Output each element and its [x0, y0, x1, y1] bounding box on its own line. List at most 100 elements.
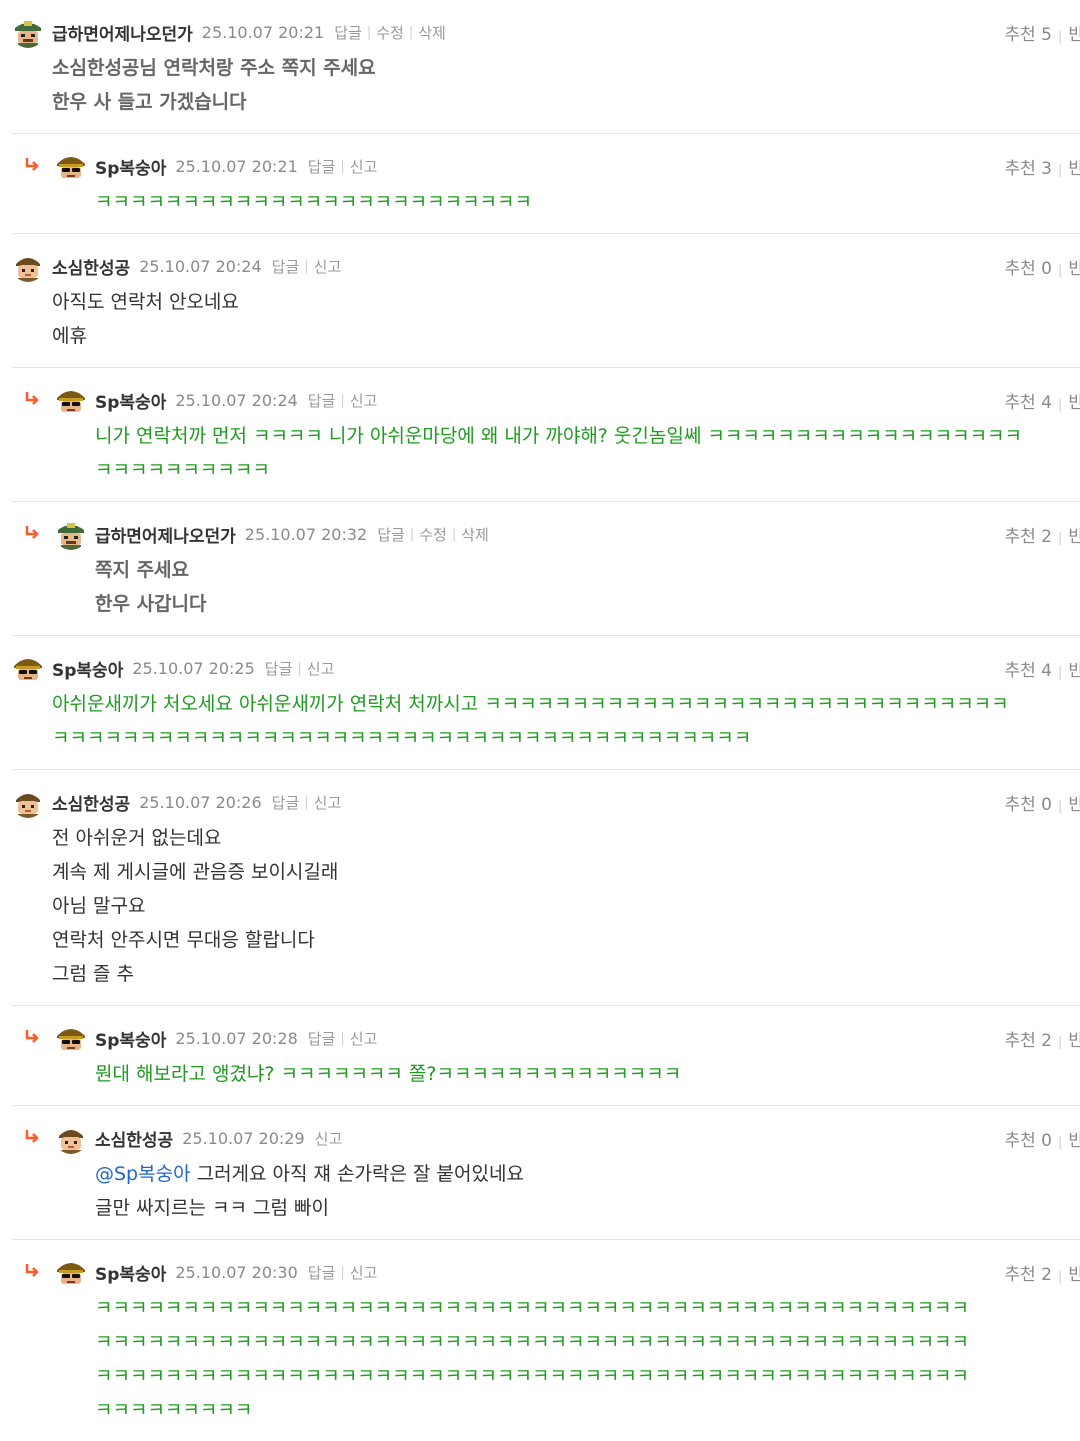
- reply-link[interactable]: 답글: [308, 1262, 336, 1283]
- recommend-button[interactable]: 추천 5: [1004, 25, 1052, 45]
- comment-author[interactable]: Sp복숭아: [95, 1260, 166, 1285]
- comment-author[interactable]: 소심한성공: [95, 1126, 173, 1151]
- recommend-button[interactable]: 추천 2: [1004, 1265, 1052, 1285]
- reply-link[interactable]: 답글: [272, 256, 300, 277]
- comment-author[interactable]: Sp복숭아: [95, 388, 166, 413]
- comment-date: 25.10.07 20:25: [132, 658, 255, 678]
- divider: |: [1057, 1269, 1063, 1284]
- recommend-label: 추천: [1004, 159, 1036, 179]
- comment-author[interactable]: 급하면어제나오던가: [52, 20, 193, 45]
- oppose-button[interactable]: 반: [1068, 1131, 1080, 1151]
- recommend-button[interactable]: 추천 3: [1004, 159, 1052, 179]
- comment-line: ㅋㅋㅋㅋㅋㅋㅋㅋㅋㅋㅋㅋㅋㅋㅋㅋㅋㅋㅋㅋㅋㅋㅋㅋㅋㅋㅋㅋㅋㅋㅋㅋㅋㅋㅋㅋㅋㅋㅋㅋ: [52, 727, 752, 749]
- avatar[interactable]: [12, 786, 44, 818]
- recommend-button[interactable]: 추천 2: [1004, 527, 1052, 547]
- delete-link[interactable]: 삭제: [418, 22, 446, 43]
- edit-link[interactable]: 수정: [419, 524, 447, 545]
- report-link[interactable]: 신고: [350, 156, 378, 177]
- comment-date: 25.10.07 20:21: [175, 156, 298, 176]
- divider: |: [1057, 29, 1063, 44]
- reply-link[interactable]: 답글: [377, 524, 405, 545]
- comment-date: 25.10.07 20:21: [201, 22, 325, 42]
- comment-body: 아직도 연락처 안오네요 에휴: [12, 285, 1080, 353]
- avatar[interactable]: [55, 384, 87, 416]
- comment-body: 니가 연락처까 먼저 ㅋㅋㅋㅋ 니가 아쉬운마당에 왜 내가 까야해? 웃긴놈일…: [55, 419, 1080, 487]
- reply-link[interactable]: 답글: [308, 156, 336, 177]
- comment-line: 글만 싸지르는 ㅋㅋ 그럼 빠이: [95, 1197, 329, 1219]
- avatar[interactable]: [55, 1022, 87, 1054]
- recommend-button[interactable]: 추천 4: [1004, 661, 1052, 681]
- reply-comment: Sp복숭아 25.10.07 20:28 답글 | 신고 추천 2 | 반 뭔대 해보…: [12, 1006, 1080, 1106]
- comment-author[interactable]: Sp복숭아: [95, 154, 166, 179]
- report-link[interactable]: 신고: [314, 792, 342, 813]
- comment-author[interactable]: 급하면어제나오던가: [95, 522, 236, 547]
- recommend-count: 5: [1041, 25, 1052, 45]
- report-link[interactable]: 신고: [314, 256, 342, 277]
- oppose-button[interactable]: 반: [1068, 527, 1080, 547]
- comment-meta-right: 추천 2 | 반: [1004, 1026, 1080, 1051]
- comment: Sp복숭아 25.10.07 20:25 답글 | 신고 추천 4 | 반 아쉬운새끼…: [12, 636, 1080, 770]
- avatar[interactable]: [55, 1122, 87, 1154]
- oppose-button[interactable]: 반: [1068, 159, 1080, 179]
- oppose-button[interactable]: 반: [1068, 25, 1080, 45]
- recommend-count: 2: [1041, 1265, 1052, 1285]
- mention-link[interactable]: @Sp복숭아: [95, 1163, 191, 1185]
- divider: |: [340, 392, 345, 408]
- avatar[interactable]: [55, 518, 87, 550]
- oppose-button[interactable]: 반: [1068, 661, 1080, 681]
- comment-author[interactable]: 소심한성공: [52, 790, 130, 815]
- recommend-button[interactable]: 추천 4: [1004, 393, 1052, 413]
- comment-date: 25.10.07 20:26: [139, 792, 262, 812]
- avatar[interactable]: [55, 1256, 87, 1288]
- oppose-button[interactable]: 반: [1068, 1031, 1080, 1051]
- report-link[interactable]: 신고: [350, 1262, 378, 1283]
- recommend-button[interactable]: 추천 0: [1004, 259, 1052, 279]
- report-link[interactable]: 신고: [350, 1028, 378, 1049]
- recommend-count: 2: [1041, 527, 1052, 547]
- recommend-label: 추천: [1004, 259, 1036, 279]
- comment-line: 한우 사갑니다: [95, 593, 207, 615]
- recommend-label: 추천: [1004, 661, 1036, 681]
- recommend-button[interactable]: 추천 0: [1004, 795, 1052, 815]
- delete-link[interactable]: 삭제: [461, 524, 489, 545]
- comment: 소심한성공 25.10.07 20:26 답글 | 신고 추천 0 | 반 전 아쉬운…: [12, 770, 1080, 1006]
- avatar[interactable]: [55, 150, 87, 182]
- reply-link[interactable]: 답글: [265, 658, 293, 679]
- comment-line: 아직도 연락처 안오네요: [52, 291, 239, 313]
- edit-link[interactable]: 수정: [376, 22, 404, 43]
- reply-comment: 소심한성공 25.10.07 20:29 신고 추천 0 | 반 @Sp복숭아 그러…: [12, 1106, 1080, 1240]
- report-link[interactable]: 신고: [315, 1128, 343, 1149]
- reply-link[interactable]: 답글: [334, 22, 362, 43]
- comment-line: 소심한성공님 연락처랑 주소 쪽지 주세요: [52, 57, 376, 79]
- reply-link[interactable]: 답글: [308, 390, 336, 411]
- recommend-button[interactable]: 추천 0: [1004, 1131, 1052, 1151]
- comment-date: 25.10.07 20:32: [244, 524, 368, 544]
- divider: |: [1057, 163, 1063, 178]
- avatar[interactable]: [12, 250, 44, 282]
- comment-line: 아님 말구요: [52, 895, 146, 917]
- oppose-button[interactable]: 반: [1068, 393, 1080, 413]
- recommend-button[interactable]: 추천 2: [1004, 1031, 1052, 1051]
- comment-meta-right: 추천 4 | 반: [1004, 656, 1080, 681]
- comment-author[interactable]: 소심한성공: [52, 254, 130, 279]
- report-link[interactable]: 신고: [350, 390, 378, 411]
- oppose-button[interactable]: 반: [1068, 795, 1080, 815]
- divider: |: [304, 258, 309, 274]
- oppose-button[interactable]: 반: [1068, 1265, 1080, 1285]
- report-link[interactable]: 신고: [307, 658, 335, 679]
- avatar[interactable]: [12, 652, 44, 684]
- divider: |: [409, 526, 415, 542]
- comment-body: 전 아쉬운거 없는데요 계속 제 게시글에 관음증 보이시길래 아님 말구요 연…: [12, 821, 1080, 991]
- reply-link[interactable]: 답글: [308, 1028, 336, 1049]
- reply-link[interactable]: 답글: [272, 792, 300, 813]
- comment-meta-right: 추천 0 | 반: [1004, 1126, 1080, 1151]
- recommend-count: 0: [1041, 795, 1052, 815]
- comment-author[interactable]: Sp복숭아: [52, 656, 123, 681]
- oppose-button[interactable]: 반: [1068, 259, 1080, 279]
- divider: |: [1057, 799, 1063, 814]
- divider: |: [1057, 1035, 1063, 1050]
- avatar[interactable]: [12, 16, 44, 48]
- comment-line: 계속 제 게시글에 관음증 보이시길래: [52, 861, 339, 883]
- comment-author[interactable]: Sp복숭아: [95, 1026, 166, 1051]
- comment-text: 그러게요 아직 쟤 손가락은 잘 붙어있네요: [190, 1163, 524, 1185]
